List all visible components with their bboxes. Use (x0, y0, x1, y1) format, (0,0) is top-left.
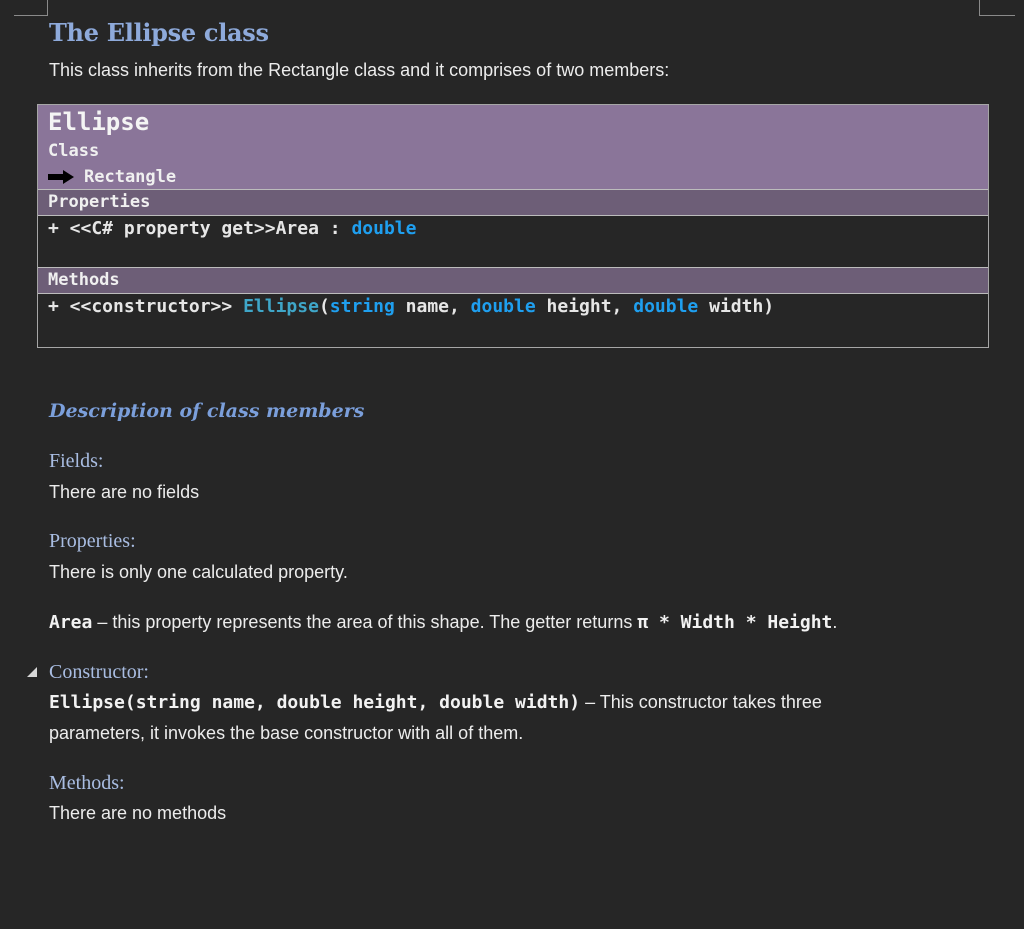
area-end: . (832, 612, 838, 632)
area-formula: π * Width * Height (637, 612, 833, 633)
ctor-param-name-2: height, (341, 692, 440, 713)
ctor-param-type-2: double (276, 692, 342, 713)
property-type: double (351, 218, 417, 239)
fields-heading: Fields: (49, 450, 104, 472)
class-header: Ellipse Class Rectangle (38, 105, 988, 190)
ctor-name: Ellipse (49, 692, 125, 713)
constructor-text-line2: parameters, it invokes the base construc… (49, 723, 524, 743)
ctor-param-type-1: string (135, 692, 201, 713)
collapse-triangle-icon[interactable] (27, 667, 37, 677)
constructor-signature-line: Ellipse(string name, double height, doub… (49, 690, 822, 715)
ctor-paren: ( (124, 692, 136, 713)
param-name-2: height, (535, 296, 634, 317)
param-type-1: string (329, 296, 395, 317)
param-name-3: width) (698, 296, 775, 317)
area-description: Area – this property represents the area… (49, 610, 837, 635)
property-signature: + <<C# property get>>Area : (48, 218, 352, 239)
param-type-2: double (470, 296, 536, 317)
methods-section-header: Methods (38, 268, 988, 294)
properties-section-header: Properties (38, 190, 988, 216)
method-name: Ellipse (243, 296, 319, 317)
method-prefix: + <<constructor>> (48, 296, 244, 317)
crop-mark-top-left (14, 0, 48, 16)
right-arrow-icon (48, 170, 74, 184)
ctor-param-type-3: double (439, 692, 505, 713)
param-type-3: double (633, 296, 699, 317)
constructor-heading[interactable]: Constructor: (27, 659, 149, 685)
ctor-text-line1: – This constructor takes three (580, 692, 822, 712)
intro-paragraph: This class inherits from the Rectangle c… (49, 60, 670, 80)
area-property-name: Area (49, 612, 93, 633)
parent-class-name: Rectangle (84, 167, 177, 187)
description-heading: Description of class members (49, 400, 365, 422)
class-kind: Class (48, 141, 100, 161)
crop-mark-top-right (979, 0, 1015, 16)
param-name-1: name, (394, 296, 471, 317)
constructor-heading-label: Constructor: (49, 661, 149, 683)
ctor-param-name-1: name, (200, 692, 277, 713)
page-title: The Ellipse class (49, 18, 269, 47)
methods-text: There are no methods (49, 803, 227, 823)
method-paren: ( (318, 296, 330, 317)
methods-heading: Methods: (49, 772, 125, 794)
ctor-param-name-3: width) (504, 692, 581, 713)
area-text: – this property represents the area of t… (92, 612, 638, 632)
class-diagram-box: Ellipse Class Rectangle Properties + <<C… (37, 104, 989, 348)
property-row: + <<C# property get>>Area : double (38, 216, 988, 268)
class-name: Ellipse (48, 108, 150, 136)
properties-text: There is only one calculated property. (49, 562, 348, 582)
fields-text: There are no fields (49, 482, 200, 502)
properties-heading: Properties: (49, 530, 136, 552)
class-parent: Rectangle (48, 166, 176, 188)
method-row: + <<constructor>> Ellipse(string name, d… (38, 294, 988, 345)
